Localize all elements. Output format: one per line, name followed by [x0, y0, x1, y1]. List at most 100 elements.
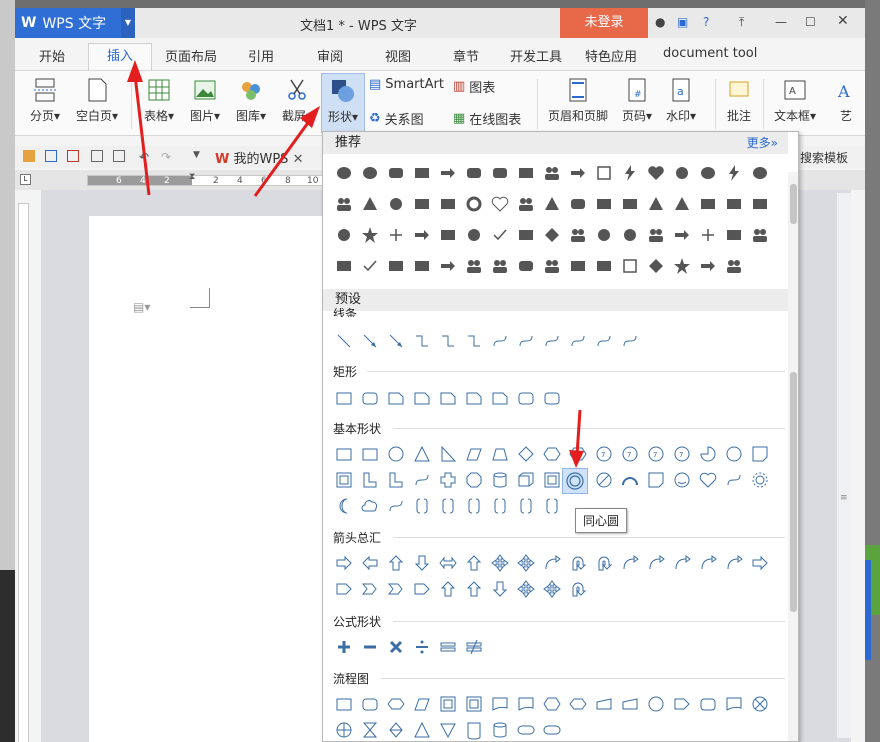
recommended-shape[interactable] [461, 191, 487, 217]
table-button[interactable]: 表格▾ [137, 77, 181, 124]
recommended-shape[interactable] [461, 222, 487, 248]
flowchart-shape[interactable] [721, 691, 747, 717]
rect-shape[interactable] [487, 385, 513, 411]
arrow-shape[interactable] [435, 550, 461, 576]
basic-shape[interactable]: 7 [591, 441, 617, 467]
recommended-shape[interactable] [643, 222, 669, 248]
concentric-circle-shape-hover[interactable] [562, 468, 588, 494]
screenshot-button[interactable]: 截屏▾ [275, 77, 319, 124]
page-number-button[interactable]: # 页码▾ [617, 77, 657, 124]
line-shape[interactable] [357, 328, 383, 354]
rect-shape[interactable] [513, 385, 539, 411]
tab-references[interactable]: 引用 [248, 46, 274, 65]
maximize-icon[interactable]: ☐ [805, 15, 816, 29]
arrow-shape[interactable] [539, 550, 565, 576]
skin-icon[interactable]: ● [655, 15, 665, 29]
recommended-shape[interactable] [487, 191, 513, 217]
vertical-scrollbar[interactable]: ≡ [837, 193, 851, 738]
line-shape[interactable] [591, 328, 617, 354]
basic-shape[interactable]: 7 [643, 441, 669, 467]
redo-icon[interactable]: ↷ [161, 150, 173, 164]
line-shape[interactable] [565, 328, 591, 354]
tab-section[interactable]: 章节 [453, 46, 479, 65]
formula-shape[interactable] [331, 634, 357, 660]
flowchart-shape[interactable] [513, 717, 539, 741]
tab-developer[interactable]: 开发工具 [510, 46, 562, 65]
recommended-shape[interactable] [357, 191, 383, 217]
basic-shape[interactable]: 7 [669, 441, 695, 467]
tab-review[interactable]: 审阅 [317, 46, 343, 65]
recommended-shape[interactable] [669, 253, 695, 279]
line-shape[interactable] [461, 328, 487, 354]
basic-shape[interactable] [435, 493, 461, 519]
recommended-shape[interactable] [357, 222, 383, 248]
art-text-button[interactable]: A 艺 [829, 77, 863, 124]
recommended-shape[interactable] [539, 160, 565, 186]
rect-shape[interactable] [409, 385, 435, 411]
rect-shape[interactable] [383, 385, 409, 411]
recommended-shape[interactable] [591, 191, 617, 217]
picture-button[interactable]: 图片▾ [183, 77, 227, 124]
recommended-shape[interactable] [695, 191, 721, 217]
basic-shape[interactable] [487, 493, 513, 519]
basic-shape[interactable] [539, 441, 565, 467]
flowchart-shape[interactable] [539, 691, 565, 717]
customize-dropdown-icon[interactable]: ▼ [193, 150, 205, 162]
recommended-shape[interactable] [331, 222, 357, 248]
recommended-shape[interactable] [565, 222, 591, 248]
arrow-shape[interactable] [591, 550, 617, 576]
flowchart-shape[interactable] [409, 717, 435, 741]
arrow-shape[interactable] [461, 576, 487, 602]
recommended-shape[interactable] [487, 253, 513, 279]
recommended-shape[interactable] [487, 222, 513, 248]
flowchart-shape[interactable] [435, 691, 461, 717]
line-shape[interactable] [435, 328, 461, 354]
rect-shape[interactable] [357, 385, 383, 411]
flowchart-shape[interactable] [331, 691, 357, 717]
recommended-shape[interactable] [409, 160, 435, 186]
rect-shape[interactable] [331, 385, 357, 411]
recommended-shape[interactable] [695, 253, 721, 279]
recommended-shape[interactable] [747, 222, 773, 248]
tab-insert[interactable]: 插入 [88, 43, 152, 71]
recommended-shape[interactable] [513, 253, 539, 279]
minimize-icon[interactable]: — [775, 15, 787, 29]
basic-shape[interactable] [747, 441, 773, 467]
more-shapes-link[interactable]: 更多» [747, 132, 778, 154]
arrow-shape[interactable] [513, 550, 539, 576]
recommended-shape[interactable] [331, 253, 357, 279]
formula-shape[interactable] [461, 634, 487, 660]
flowchart-shape[interactable] [461, 717, 487, 741]
basic-shape[interactable] [383, 441, 409, 467]
basic-shape[interactable] [357, 467, 383, 493]
arrow-shape[interactable] [331, 576, 357, 602]
basic-shape[interactable] [487, 467, 513, 493]
recommended-shape[interactable] [721, 160, 747, 186]
recommended-shape[interactable] [617, 222, 643, 248]
basic-shape[interactable] [331, 441, 357, 467]
recommended-shape[interactable] [383, 191, 409, 217]
basic-shape[interactable] [721, 441, 747, 467]
formula-shape[interactable] [357, 634, 383, 660]
flowchart-shape[interactable] [409, 691, 435, 717]
recommended-shape[interactable] [643, 253, 669, 279]
flowchart-shape[interactable] [565, 691, 591, 717]
comment-button[interactable]: 批注 [721, 77, 757, 124]
basic-shape[interactable] [461, 467, 487, 493]
recommended-shape[interactable] [565, 191, 591, 217]
recommended-shape[interactable] [669, 222, 695, 248]
recommended-shape[interactable] [617, 253, 643, 279]
online-chart-button[interactable]: ▦ 在线图表 [453, 109, 521, 128]
line-shape[interactable] [487, 328, 513, 354]
recommended-shape[interactable] [591, 253, 617, 279]
arrow-shape[interactable] [487, 550, 513, 576]
flowchart-shape[interactable] [643, 691, 669, 717]
rect-shape[interactable] [539, 385, 565, 411]
fullscreen-icon[interactable]: ⤒ [739, 15, 744, 30]
arrow-shape[interactable] [747, 550, 773, 576]
undo-icon[interactable]: ↶ [139, 150, 151, 164]
basic-shape[interactable] [643, 467, 669, 493]
recommended-shape[interactable] [539, 191, 565, 217]
basic-shape[interactable] [617, 467, 643, 493]
basic-shape[interactable] [435, 467, 461, 493]
